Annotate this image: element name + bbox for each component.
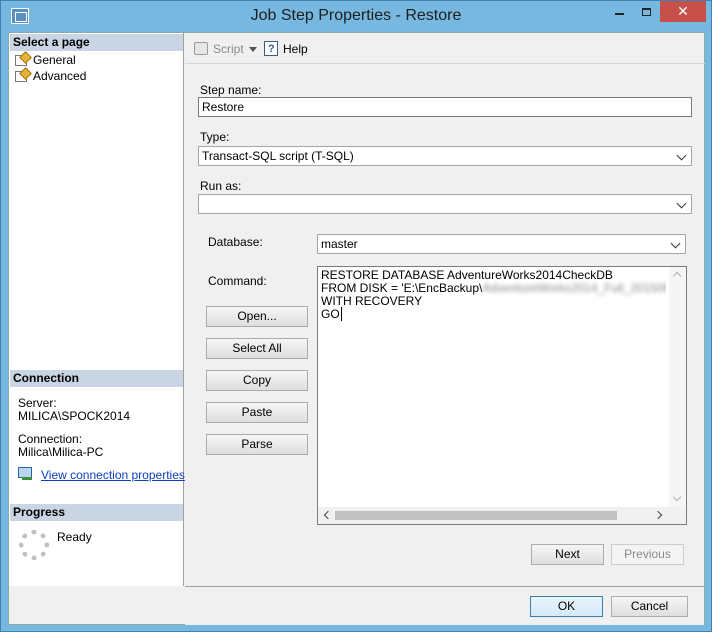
- toolbar-divider: [185, 63, 705, 64]
- title-bar[interactable]: Job Step Properties - Restore ✕: [1, 1, 711, 32]
- vertical-scrollbar[interactable]: [669, 267, 686, 507]
- maximize-button[interactable]: [632, 1, 660, 22]
- horizontal-scrollbar[interactable]: [318, 507, 669, 524]
- parse-button[interactable]: Parse: [206, 434, 308, 455]
- scroll-up-icon[interactable]: [672, 271, 682, 281]
- page-item-label: Advanced: [33, 69, 87, 83]
- type-label: Type:: [200, 130, 230, 144]
- chevron-down-icon: [668, 236, 684, 252]
- connection-label: Connection:: [18, 432, 83, 446]
- connection-value: Milica\Milica-PC: [18, 445, 104, 459]
- script-icon: [194, 42, 208, 55]
- scroll-left-icon[interactable]: [323, 510, 333, 520]
- command-line-2-blurred: AdventureWorks2014_Full_20150612_15: [482, 281, 666, 295]
- chevron-down-icon: [674, 196, 690, 212]
- cancel-button[interactable]: Cancel: [611, 596, 688, 617]
- ok-button[interactable]: OK: [530, 596, 603, 617]
- progress-status: Ready: [57, 530, 92, 544]
- select-all-button[interactable]: Select All: [206, 338, 308, 359]
- server-label: Server:: [18, 396, 57, 410]
- help-label: Help: [283, 42, 308, 56]
- step-name-label: Step name:: [200, 83, 262, 97]
- dialog-button-bar: OK Cancel: [185, 586, 704, 625]
- script-label: Script: [213, 42, 244, 56]
- chevron-down-icon: [674, 148, 690, 164]
- dialog-client-area: Select a page General Advanced Connectio…: [8, 32, 705, 625]
- page-item-label: General: [33, 53, 76, 67]
- page-item-general[interactable]: General: [13, 52, 76, 68]
- view-connection-properties-link[interactable]: View connection properties: [41, 468, 185, 482]
- job-step-properties-window: Job Step Properties - Restore ✕ Select a…: [0, 0, 712, 632]
- minimize-icon: [614, 12, 624, 15]
- page-icon: [15, 69, 30, 82]
- script-button[interactable]: Script: [193, 41, 244, 57]
- database-label: Database:: [208, 235, 263, 249]
- help-icon: [264, 41, 278, 57]
- scroll-right-icon[interactable]: [653, 510, 663, 520]
- server-value: MILICA\SPOCK2014: [18, 409, 131, 423]
- script-dropdown-icon[interactable]: [249, 47, 257, 52]
- run-as-select[interactable]: [198, 194, 692, 214]
- help-button[interactable]: Help: [263, 41, 308, 57]
- connection-header: Connection: [10, 370, 183, 387]
- run-as-label: Run as:: [200, 179, 242, 193]
- page-icon: [15, 53, 30, 66]
- scrollbar-corner: [669, 507, 686, 524]
- command-text[interactable]: RESTORE DATABASE AdventureWorks2014Check…: [321, 269, 666, 321]
- database-select-value: master: [321, 237, 358, 251]
- copy-button[interactable]: Copy: [206, 370, 308, 391]
- step-name-input[interactable]: Restore: [198, 97, 692, 117]
- command-line-2-prefix: FROM DISK = 'E:\EncBackup\: [321, 281, 483, 295]
- close-icon: ✕: [677, 3, 689, 19]
- progress-spinner-icon: [19, 530, 49, 560]
- connection-properties-icon: [18, 467, 34, 481]
- database-select[interactable]: master: [317, 234, 686, 254]
- next-button[interactable]: Next: [531, 544, 604, 565]
- scroll-down-icon[interactable]: [672, 492, 682, 502]
- command-line-4: GO: [321, 307, 342, 321]
- command-editor[interactable]: RESTORE DATABASE AdventureWorks2014Check…: [317, 266, 687, 525]
- minimize-button[interactable]: [605, 1, 633, 22]
- close-button[interactable]: ✕: [660, 1, 706, 22]
- previous-button[interactable]: Previous: [611, 544, 684, 565]
- toolbar: Script Help: [185, 33, 705, 63]
- page-item-advanced[interactable]: Advanced: [13, 68, 86, 84]
- type-select-value: Transact-SQL script (T-SQL): [202, 149, 354, 163]
- command-line-3: WITH RECOVERY: [321, 294, 423, 308]
- left-pane: Select a page General Advanced Connectio…: [9, 33, 185, 586]
- type-select[interactable]: Transact-SQL script (T-SQL): [198, 146, 692, 166]
- text-cursor: [340, 307, 342, 321]
- open-button[interactable]: Open...: [206, 306, 308, 327]
- command-label: Command:: [208, 274, 267, 288]
- horizontal-scroll-thumb[interactable]: [335, 511, 617, 520]
- paste-button[interactable]: Paste: [206, 402, 308, 423]
- select-page-header: Select a page: [10, 34, 183, 51]
- maximize-icon: [641, 7, 651, 16]
- progress-header: Progress: [10, 504, 183, 521]
